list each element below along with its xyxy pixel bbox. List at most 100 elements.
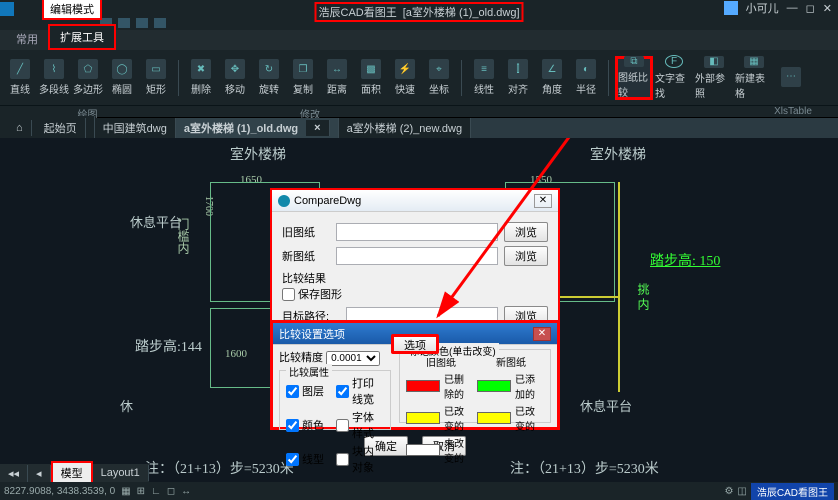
- status-icon-r2[interactable]: ◫: [737, 486, 746, 497]
- tool-textfind[interactable]: F文字查找: [655, 56, 693, 100]
- tool-linetype[interactable]: ≡线性: [468, 56, 500, 100]
- tool-polygon[interactable]: ⬠多边形: [72, 56, 104, 100]
- tool-rect[interactable]: ▭矩形: [140, 56, 172, 100]
- tool-angle[interactable]: ∠角度: [536, 56, 568, 100]
- doctab-1[interactable]: 中国建筑dwg: [95, 118, 176, 138]
- tool-more[interactable]: ⋯: [775, 56, 807, 100]
- dist-icon: ↔: [327, 59, 347, 79]
- avatar[interactable]: [724, 1, 738, 15]
- quick-access-toolbar: [0, 2, 14, 16]
- status-icon-r1[interactable]: ⚙: [724, 486, 733, 497]
- tool-xref[interactable]: ◧外部参照: [695, 56, 733, 100]
- tool-newtable[interactable]: ▦新建表格: [735, 56, 773, 100]
- maximize-icon[interactable]: ◻: [806, 2, 815, 15]
- tool-compare[interactable]: ⧉图纸比较: [615, 56, 653, 100]
- polyline-icon: ⌇: [44, 59, 64, 79]
- tool-align[interactable]: ⫿对齐: [502, 56, 534, 100]
- more-icon: ⋯: [781, 67, 801, 87]
- tool-move[interactable]: ✥移动: [219, 56, 251, 100]
- swatch-unchanged[interactable]: [406, 444, 440, 456]
- minimize-icon[interactable]: —: [787, 2, 798, 14]
- line-icon: ╱: [10, 59, 30, 79]
- options-close-icon[interactable]: ✕: [533, 327, 551, 341]
- move-icon: ✥: [225, 59, 245, 79]
- status-icon-2[interactable]: ⊞: [137, 486, 145, 497]
- coords-readout: 8227.9088, 3438.3539, 0: [4, 486, 115, 497]
- tab-extension[interactable]: 扩展工具: [48, 24, 116, 50]
- status-icon-3[interactable]: ∟: [151, 486, 161, 497]
- tool-copy[interactable]: ❐复制: [287, 56, 319, 100]
- layout-tabs: ◂◂ ◂ 模型 Layout1: [0, 464, 149, 482]
- home-icon: ⌂: [8, 120, 32, 136]
- coord-icon: ⌖: [429, 59, 449, 79]
- result-label: 比较结果: [282, 270, 548, 286]
- layout-nav-first[interactable]: ◂◂: [0, 465, 28, 482]
- options-button[interactable]: 选项: [391, 334, 439, 354]
- title-bar: 编辑模式 浩辰CAD看图王[a室外楼梯 (1)_old.dwg] 小可儿 — ◻…: [0, 0, 838, 18]
- ellipse-icon: ◯: [112, 59, 132, 79]
- app-icon: [0, 2, 14, 16]
- rest-right: 休息平台: [580, 396, 632, 415]
- chk-ltype[interactable]: 线型: [286, 443, 334, 475]
- chk-font[interactable]: 字体样式: [336, 409, 384, 441]
- compare-icon: ⧉: [624, 56, 644, 67]
- chk-color[interactable]: 颜色: [286, 409, 334, 441]
- tool-area[interactable]: ▩面积: [355, 56, 387, 100]
- step-height-right: 踏步高: 150: [650, 250, 720, 270]
- doctab-start[interactable]: ⌂起始页: [0, 116, 95, 140]
- swatch-added[interactable]: [477, 380, 511, 392]
- lbl-changed-new: 已改变的: [515, 403, 544, 433]
- step-height-left: 踏步高:144: [135, 336, 202, 356]
- rest-left-2: 休: [120, 396, 133, 415]
- tab-common[interactable]: 常用: [6, 28, 48, 50]
- tool-radius[interactable]: ◐半径: [570, 56, 602, 100]
- tool-quick[interactable]: ⚡快速: [389, 56, 421, 100]
- swatch-changed-old[interactable]: [406, 412, 440, 424]
- doctab-2[interactable]: a室外楼梯 (1)_old.dwg×: [176, 118, 339, 138]
- dim-1600: 1600: [225, 348, 247, 360]
- layout-nav-prev[interactable]: ◂: [28, 465, 51, 482]
- browse-old-button[interactable]: 浏览: [504, 222, 548, 242]
- compare-dialog-title[interactable]: CompareDwg ✕: [272, 190, 558, 212]
- undo-icon[interactable]: [118, 18, 130, 28]
- area-icon: ▩: [361, 59, 381, 79]
- xref-icon: ◧: [704, 56, 724, 68]
- document-tabs: ⌂起始页 中国建筑dwg a室外楼梯 (1)_old.dwg× a室外楼梯 (2…: [0, 118, 838, 138]
- tool-polyline[interactable]: ⌇多段线: [38, 56, 70, 100]
- dialog-close-icon[interactable]: ✕: [534, 194, 552, 208]
- tab-layout1[interactable]: Layout1: [93, 465, 149, 481]
- erase-icon: ✖: [191, 59, 211, 79]
- tool-dist[interactable]: ↔距离: [321, 56, 353, 100]
- username: 小可儿: [746, 0, 779, 16]
- swatch-deleted[interactable]: [406, 380, 440, 392]
- new-drawing-input[interactable]: [336, 247, 498, 265]
- save-drawing-checkbox[interactable]: 保存图形: [282, 286, 548, 302]
- redo-icon[interactable]: [136, 18, 148, 28]
- chk-layer[interactable]: 图层: [286, 375, 334, 407]
- close-tab-icon[interactable]: ×: [306, 120, 329, 136]
- copy-icon: ❐: [293, 59, 313, 79]
- status-icon-1[interactable]: ▦: [121, 486, 130, 497]
- label-tiao: 挑 内: [635, 283, 652, 310]
- brand-badge: 浩辰CAD看图王: [751, 483, 834, 500]
- doctab-3[interactable]: a室外楼梯 (2)_new.dwg: [339, 118, 472, 138]
- chk-block[interactable]: 块内对象: [336, 443, 384, 475]
- status-icon-5[interactable]: ↔: [181, 486, 191, 497]
- precision-select[interactable]: 0.0001: [326, 351, 380, 366]
- label-stairs-left: 室外楼梯: [230, 144, 286, 164]
- chk-print[interactable]: 打印线宽: [336, 375, 384, 407]
- tool-erase[interactable]: ✖删除: [185, 56, 217, 100]
- tool-rotate[interactable]: ↻旋转: [253, 56, 285, 100]
- tool-coord[interactable]: ⌖坐标: [423, 56, 455, 100]
- status-icon-4[interactable]: ◻: [167, 486, 175, 497]
- print-icon[interactable]: [154, 18, 166, 28]
- tool-ellipse[interactable]: ◯椭圆: [106, 56, 138, 100]
- browse-new-button[interactable]: 浏览: [504, 246, 548, 266]
- swatch-changed-new[interactable]: [477, 412, 511, 424]
- close-icon[interactable]: ✕: [823, 2, 832, 15]
- dialog-icon: [278, 195, 290, 207]
- old-drawing-input[interactable]: [336, 223, 498, 241]
- ribbon-group-labels: 绘图 修改 XlsTable: [0, 106, 838, 118]
- edit-mode-menu[interactable]: 编辑模式: [42, 0, 102, 20]
- tool-line[interactable]: ╱直线: [4, 56, 36, 100]
